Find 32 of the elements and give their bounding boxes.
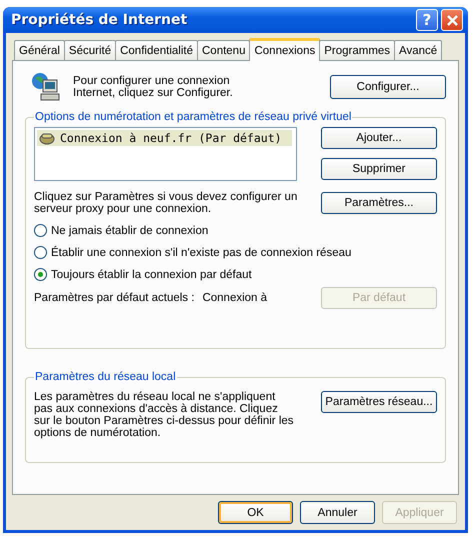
lan-description: Les paramètres du réseau local ne s'appliquent pas aux connexions d'accès à distance. Cliquez sur le bouton Paramètres ci-dessus pour définir les options de numérotation. [34, 391, 294, 439]
tab[interactable]: Avancé [394, 40, 442, 60]
radio-button[interactable] [34, 224, 47, 237]
tab[interactable]: Connexions [249, 38, 320, 61]
list-action-button[interactable]: Ajouter... [321, 127, 437, 149]
window-title: Propriétés de Internet [11, 12, 188, 28]
radio-option[interactable]: Toujours établir la connexion par défaut [34, 268, 437, 281]
list-action-button[interactable]: Supprimer [321, 158, 437, 180]
tab[interactable]: Programmes [319, 40, 396, 60]
dialog-button[interactable]: OK [218, 501, 293, 524]
close-button[interactable] [441, 9, 463, 31]
group-title: Options de numérotation et paramètres de réseau privé virtuel [34, 111, 352, 123]
radio-button[interactable] [34, 268, 47, 281]
group-title: Paramètres du réseau local [34, 371, 177, 383]
proxy-instructions: Cliquez sur Paramètres si vous devez configurer un serveur proxy pour une connexion. [34, 191, 298, 215]
settings-button[interactable]: Paramètres... [321, 192, 437, 214]
radio-option[interactable]: Ne jamais établir de connexion [34, 224, 437, 237]
connection-item[interactable]: Connexion à neuf.fr (Par défaut) [37, 130, 292, 146]
dialog-button[interactable]: Annuler [300, 501, 375, 524]
default-label: Paramètres par défaut actuels : [34, 292, 194, 304]
tab[interactable]: Confidentialité [115, 40, 198, 60]
radio-option[interactable]: Établir une connexion s'il n'existe pas de connexion réseau [34, 246, 437, 259]
setup-instructions: Pour configurer une connexion Internet, cliquez sur Configurer. [73, 75, 234, 99]
tab[interactable]: Sécurité [64, 40, 116, 60]
tab[interactable]: Contenu [197, 40, 250, 60]
computer-globe-icon [31, 72, 61, 102]
radio-button[interactable] [34, 246, 47, 259]
tab[interactable]: Général [14, 40, 65, 60]
configure-button[interactable]: Configurer... [330, 75, 446, 99]
close-icon [446, 14, 458, 26]
default-value: Connexion à [202, 292, 268, 304]
lan-settings-button[interactable]: Paramètres réseau... [321, 391, 437, 413]
